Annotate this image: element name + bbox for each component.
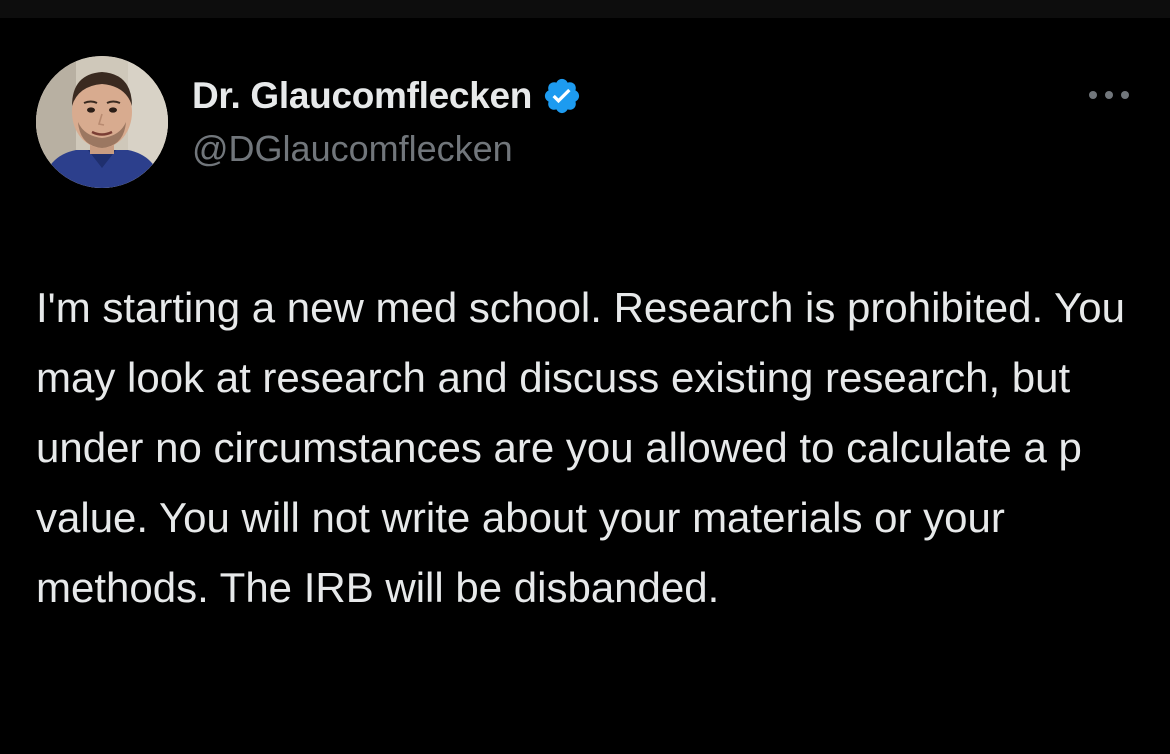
verified-badge-icon [542,76,582,116]
more-options-button[interactable] [1084,80,1134,110]
more-horizontal-icon [1089,91,1129,99]
tweet-text: I'm starting a new med school. Research … [36,284,1125,611]
display-name[interactable]: Dr. Glaucomflecken [192,75,532,117]
user-handle[interactable]: @DGlaucomflecken [192,128,513,170]
avatar[interactable] [36,56,168,188]
tweet[interactable]: Dr. Glaucomflecken @DGlaucomflecken I'm … [0,18,1170,754]
top-strip [0,0,1170,18]
display-name-row: Dr. Glaucomflecken [192,74,582,118]
